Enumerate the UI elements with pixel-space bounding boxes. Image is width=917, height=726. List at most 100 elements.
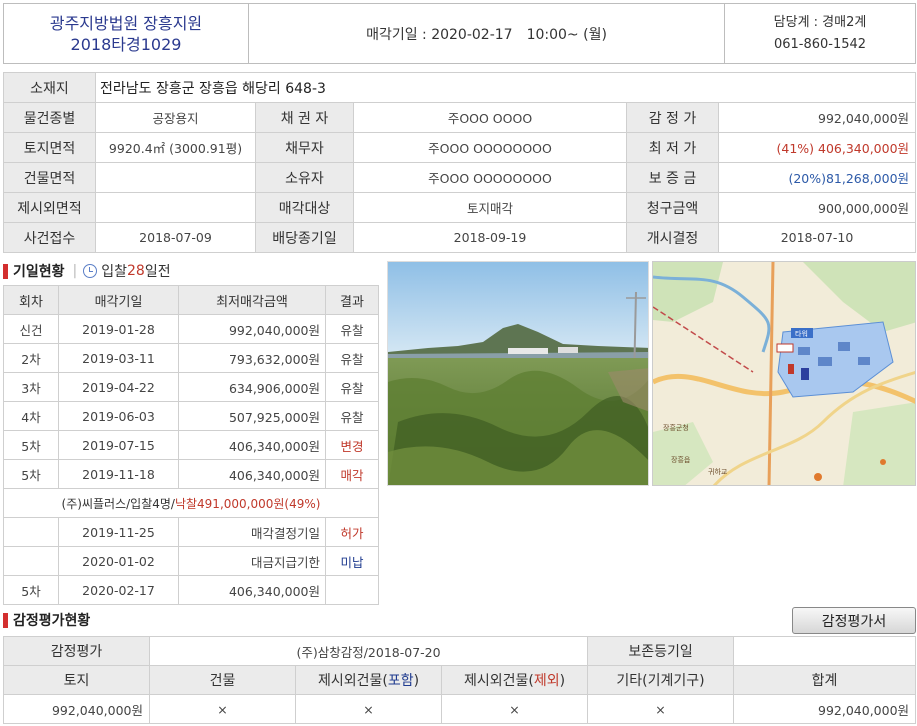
result: 유찰 bbox=[325, 372, 379, 402]
table-row: 5차 2019-07-15 406,340,000원 변경 bbox=[3, 430, 379, 460]
map-label-marker: 타워 bbox=[795, 329, 808, 338]
min-price: 992,040,000원 bbox=[178, 314, 326, 344]
table-row: 5차 2020-02-17 406,340,000원 bbox=[3, 575, 379, 605]
info-label: 감 정 가 bbox=[626, 102, 719, 133]
etc-value: × bbox=[587, 694, 735, 724]
col-header: 합계 bbox=[733, 665, 917, 695]
col-header: 매각기일 bbox=[58, 285, 179, 315]
round: 4차 bbox=[3, 401, 59, 431]
min-price: 406,340,000원 bbox=[178, 575, 326, 605]
address-value: 전라남도 장흥군 장흥읍 해당리 648-3 bbox=[94, 72, 917, 103]
history-section-title: 기일현황 | 입찰 28 일전 bbox=[3, 261, 171, 281]
property-photo[interactable] bbox=[387, 261, 649, 486]
appraisal-value-row: 992,040,000원 × × × × 992,040,000원 bbox=[3, 694, 917, 724]
info-row: 물건종별 공장용지 채 권 자 주OOO OOOO 감 정 가 992,040,… bbox=[3, 102, 917, 133]
appraisal-table: 감정평가 (주)삼창감정/2018-07-20 보존등기일 토지 건물 제시외건… bbox=[3, 636, 917, 724]
clock-icon bbox=[83, 264, 98, 278]
round: 3차 bbox=[3, 372, 59, 402]
result: 매각 bbox=[325, 459, 379, 489]
address-label: 소재지 bbox=[3, 72, 96, 103]
address-row: 소재지 전라남도 장흥군 장흥읍 해당리 648-3 bbox=[3, 72, 917, 103]
col-header: 건물 bbox=[149, 665, 296, 695]
info-value: 2018-07-10 bbox=[717, 222, 917, 253]
sale-date: 2019-11-18 bbox=[58, 459, 179, 489]
map-label-bridge: 귀하교 bbox=[708, 467, 728, 476]
bid-countdown-prefix: 입찰 bbox=[101, 264, 128, 280]
round bbox=[3, 517, 59, 547]
col-header: 제시외건물(포함) bbox=[295, 665, 442, 695]
appraisal-value: (주)삼창감정/2018-07-20 bbox=[148, 636, 589, 666]
minimum-price: (41%) 406,340,000원 bbox=[717, 132, 917, 163]
case-header: 광주지방법원 장흥지원 2018타경1029 매각기일 : 2020-02-17… bbox=[3, 3, 916, 64]
sale-date: 2019-01-28 bbox=[58, 314, 179, 344]
col-header: 토지 bbox=[3, 665, 150, 695]
table-row: 2차 2019-03-11 793,632,000원 유찰 bbox=[3, 343, 379, 373]
round: 5차 bbox=[3, 575, 59, 605]
info-label: 개시결정 bbox=[626, 222, 719, 253]
min-price: 406,340,000원 bbox=[178, 430, 326, 460]
winning-bid-note: (주)씨플러스/입찰4명/낙찰491,000,000원(49%) bbox=[3, 488, 379, 518]
bid-countdown-suffix: 일전 bbox=[144, 264, 171, 280]
info-label: 사건접수 bbox=[3, 222, 96, 253]
info-value: 주OOO OOOOOOOO bbox=[353, 132, 627, 163]
sale-date: 2020-02-17 bbox=[58, 575, 179, 605]
min-price: 793,632,000원 bbox=[178, 343, 326, 373]
deposit: (20%)81,268,000원 bbox=[717, 162, 917, 193]
claim-amount: 900,000,000원 bbox=[717, 192, 917, 223]
dept-cell: 담당계 : 경매2계 061-860-1542 bbox=[724, 3, 916, 64]
table-row: 신건 2019-01-28 992,040,000원 유찰 bbox=[3, 314, 379, 344]
appraisal-header-row: 토지 건물 제시외건물(포함) 제시외건물(제외) 기타(기계기구) 합계 bbox=[3, 665, 917, 695]
registration-value bbox=[733, 636, 917, 666]
result: 허가 bbox=[325, 517, 379, 547]
round: 2차 bbox=[3, 343, 59, 373]
info-label: 배당종기일 bbox=[255, 222, 354, 253]
bid-countdown: | 입찰 28 일전 bbox=[72, 263, 171, 280]
sale-date: 2019-03-11 bbox=[58, 343, 179, 373]
info-value: 토지매각 bbox=[353, 192, 627, 223]
section-bar-icon bbox=[3, 612, 8, 628]
info-label: 물건종별 bbox=[3, 102, 96, 133]
location-map-image: 장흥군청 장흥읍 귀하교 타워 bbox=[653, 262, 915, 485]
sale-date: 2020-01-02 bbox=[58, 546, 179, 576]
col-header: 최저매각금액 bbox=[178, 285, 326, 315]
property-info-table: 소재지 전라남도 장흥군 장흥읍 해당리 648-3 물건종별 공장용지 채 권… bbox=[3, 72, 917, 253]
info-value: 주OOO OOOO bbox=[353, 102, 627, 133]
round bbox=[3, 546, 59, 576]
info-label: 매각대상 bbox=[255, 192, 354, 223]
info-row: 제시외면적 매각대상 토지매각 청구금액 900,000,000원 bbox=[3, 192, 917, 223]
land-value: 992,040,000원 bbox=[3, 694, 150, 724]
winning-bidder: (주)씨플러스/입찰4명/ bbox=[61, 496, 175, 511]
sale-date: 2019-04-22 bbox=[58, 372, 179, 402]
history-header-row: 회차 매각기일 최저매각금액 결과 bbox=[3, 285, 379, 315]
appraisal-label: 감정평가 bbox=[3, 636, 150, 666]
appraisal-report-button[interactable]: 감정평가서 bbox=[792, 607, 916, 634]
round: 5차 bbox=[3, 430, 59, 460]
round: 5차 bbox=[3, 459, 59, 489]
appraisal-section-title: 감정평가현황 bbox=[3, 610, 90, 630]
dept-name: 담당계 : 경매2계 bbox=[773, 14, 867, 30]
map-label-town: 장흥읍 bbox=[671, 455, 691, 464]
info-label: 채무자 bbox=[255, 132, 354, 163]
info-value: 공장용지 bbox=[95, 102, 256, 133]
case-number: 2018타경1029 bbox=[70, 34, 182, 54]
appraisal-price: 992,040,000원 bbox=[717, 102, 917, 133]
info-label: 채 권 자 bbox=[255, 102, 354, 133]
info-value: 2018-07-09 bbox=[95, 222, 256, 253]
property-photo-image bbox=[388, 262, 648, 485]
info-row: 건물면적 소유자 주OOO OOOOOOOO 보 증 금 (20%)81,268… bbox=[3, 162, 917, 193]
round: 신건 bbox=[3, 314, 59, 344]
result: 유찰 bbox=[325, 314, 379, 344]
col-header: 결과 bbox=[325, 285, 379, 315]
location-map[interactable]: 장흥군청 장흥읍 귀하교 타워 bbox=[652, 261, 916, 486]
appraisal-title: 감정평가현황 bbox=[13, 613, 91, 629]
appraisal-info-row: 감정평가 (주)삼창감정/2018-07-20 보존등기일 bbox=[3, 636, 917, 666]
sale-date: 매각기일 : 2020-02-17 10:00~ (월) bbox=[366, 26, 607, 43]
sale-date-cell: 매각기일 : 2020-02-17 10:00~ (월) bbox=[248, 3, 725, 64]
event: 매각결정기일 bbox=[178, 517, 326, 547]
info-value: 주OOO OOOOOOOO bbox=[353, 162, 627, 193]
court-name: 광주지방법원 장흥지원 bbox=[49, 13, 203, 33]
info-label: 보 증 금 bbox=[626, 162, 719, 193]
info-value bbox=[95, 192, 256, 223]
total-value: 992,040,000원 bbox=[733, 694, 917, 724]
sale-date: 2019-07-15 bbox=[58, 430, 179, 460]
